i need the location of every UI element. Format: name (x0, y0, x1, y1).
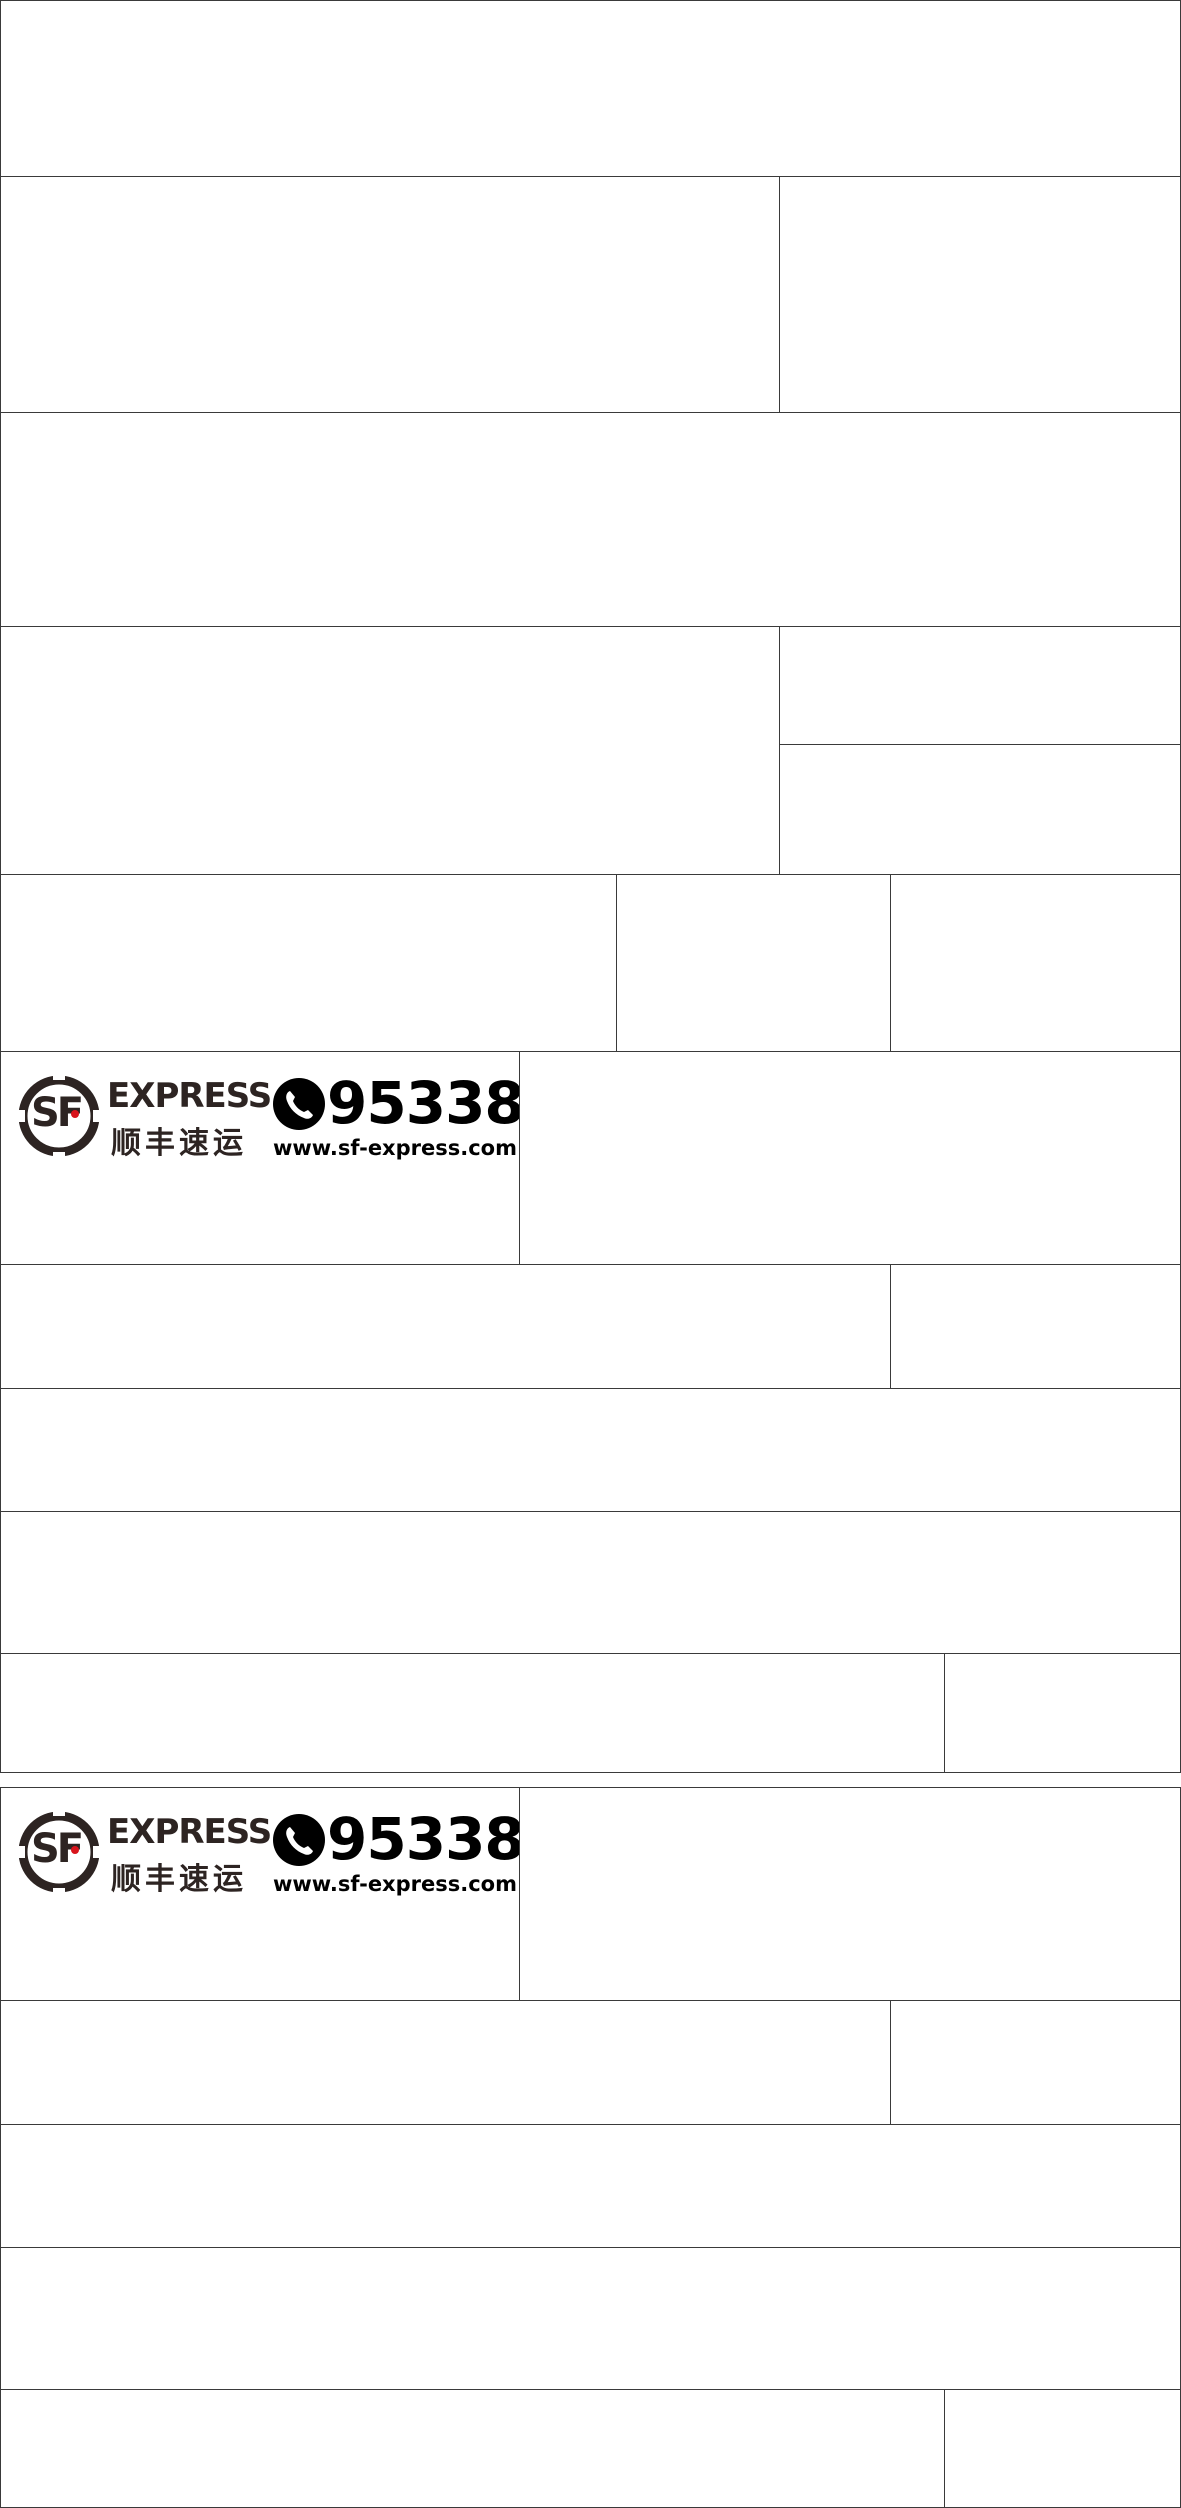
label1-cell-row2-right (890, 1264, 1181, 1390)
website-url: www.sf-express.com (273, 1136, 517, 1160)
hotline-number: 95338 (327, 1805, 525, 1873)
form-cell-row5-a (0, 874, 618, 1053)
form-cell-top (0, 0, 1181, 178)
express-wordmark: EXPRESS (107, 1812, 272, 1852)
label2-cell-row2-left (0, 2000, 892, 2126)
website-url: www.sf-express.com (273, 1872, 517, 1896)
label1-cell-row5-left (0, 1653, 946, 1773)
label2-cell-row4 (0, 2247, 1181, 2391)
sf-red-dot (71, 1846, 79, 1854)
express-wordmark: EXPRESS (107, 1076, 272, 1116)
chinese-brand-name: 顺丰速运 (111, 1126, 247, 1161)
form-cell-row5-b (616, 874, 892, 1053)
phone-icon (273, 1814, 325, 1866)
form-cell-row2-left (0, 176, 781, 414)
form-cell-row3 (0, 412, 1181, 628)
logo-cell-1: SF EXPRESS 顺丰速运 95338 www.sf-express.com (0, 1051, 525, 1266)
label2-cell-row2-right (890, 2000, 1181, 2126)
phone-icon (273, 1078, 325, 1130)
label1-cell-row2-left (0, 1264, 892, 1390)
form-cell-row4-left (0, 626, 781, 876)
hotline-number: 95338 (327, 1069, 525, 1137)
sf-express-logo: SF EXPRESS 顺丰速运 (15, 1072, 272, 1162)
sf-red-dot (71, 1110, 79, 1118)
label2-cell-row5-left (0, 2389, 946, 2508)
form-cell-row2-right (779, 176, 1181, 414)
chinese-brand-name: 顺丰速运 (111, 1862, 247, 1897)
label2-cell-row3 (0, 2124, 1181, 2249)
label1-cell-row5-right (944, 1653, 1181, 1773)
sf-express-logo: SF EXPRESS 顺丰速运 (15, 1808, 272, 1898)
label2-cell-top-right (519, 1787, 1181, 2002)
form-cell-row4-right-top (779, 626, 1181, 746)
form-cell-row4-right-bottom (779, 744, 1181, 876)
label1-cell-row4 (0, 1511, 1181, 1655)
logo-cell-2: SF EXPRESS 顺丰速运 95338 www.sf-express.com (0, 1787, 525, 2002)
form-cell-row5-c (890, 874, 1181, 1053)
label1-cell-top-right (519, 1051, 1181, 1266)
label1-cell-row3 (0, 1388, 1181, 1513)
label2-cell-row5-right (944, 2389, 1181, 2508)
